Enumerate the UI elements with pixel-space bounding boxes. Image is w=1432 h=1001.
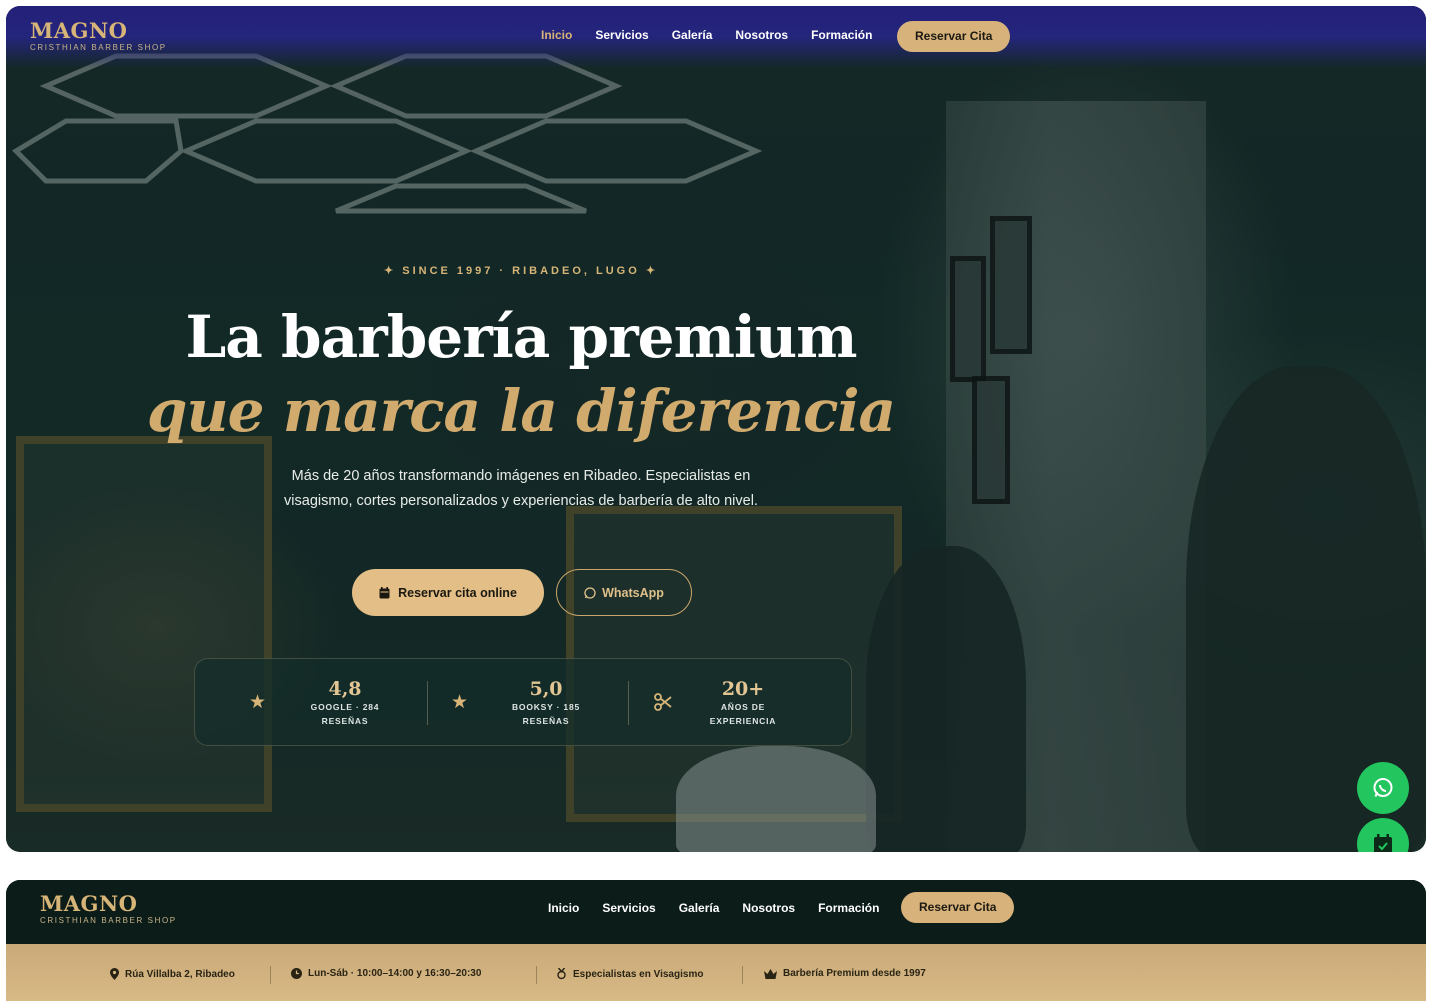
whatsapp-icon (1373, 778, 1393, 797)
whatsapp-label: WhatsApp (602, 585, 664, 600)
nav-links: Inicio Servicios Galería Nosotros Formac… (541, 28, 872, 42)
stat-value: 5,0 (529, 678, 563, 700)
stats-panel: ★ 4,8 GOOGLE · 284 RESEÑAS ★ 5,0 BOOKSY ·… (194, 658, 852, 746)
info-specialty-text: Especialistas en Visagismo (573, 968, 704, 980)
info-divider (742, 966, 743, 984)
nav-item-nosotros[interactable]: Nosotros (735, 28, 788, 42)
nav-links: Inicio Servicios Galería Nosotros Formac… (548, 901, 879, 915)
hero-description: Más de 20 años transformando imágenes en… (284, 468, 758, 509)
nav-item-servicios[interactable]: Servicios (595, 28, 648, 42)
info-hours: Lun-Sáb · 10:00–14:00 y 16:30–20:30 (291, 968, 481, 979)
info-premium: Barbería Premium desde 1997 (764, 968, 926, 979)
reservar-online-label: Reservar cita online (398, 585, 517, 600)
nav-item-nosotros[interactable]: Nosotros (742, 901, 795, 915)
nav-item-formacion[interactable]: Formación (818, 901, 879, 915)
info-address-text: Rúa Villalba 2, Ribadeo (125, 968, 235, 980)
brand-logo[interactable]: MAGNO CRISTHIAN BARBER SHOP (30, 18, 167, 53)
nav-item-inicio[interactable]: Inicio (548, 901, 579, 915)
floating-whatsapp-button[interactable] (1357, 762, 1409, 814)
brand-logo[interactable]: MAGNO CRISTHIAN BARBER SHOP (40, 891, 177, 926)
reservar-online-button[interactable]: Reservar cita online (352, 569, 544, 616)
stat-value: 20+ (721, 678, 765, 700)
hero-eyebrow: ✦ SINCE 1997 · RIBADEO, LUGO ✦ (383, 265, 659, 277)
nav-item-galeria[interactable]: Galería (672, 28, 713, 42)
reservar-cita-button[interactable]: Reservar Cita (901, 892, 1015, 923)
info-divider (536, 966, 537, 984)
sticky-navigation: MAGNO CRISTHIAN BARBER SHOP Inicio Servi… (6, 880, 1426, 944)
stat-booksy: ★ 5,0 BOOKSY · 185 RESEÑAS (427, 659, 627, 745)
nav-item-formacion[interactable]: Formación (811, 28, 872, 42)
star-icon: ★ (451, 692, 469, 713)
nav-item-servicios[interactable]: Servicios (602, 901, 655, 915)
info-hours-text: Lun-Sáb · 10:00–14:00 y 16:30–20:30 (308, 968, 482, 979)
brand-name: MAGNO (30, 18, 128, 43)
info-bar: Rúa Villalba 2, Ribadeo Lun-Sáb · 10:00–… (6, 944, 1426, 1001)
stat-google: ★ 4,8 GOOGLE · 284 RESEÑAS (195, 659, 413, 745)
brand-tagline: CRISTHIAN BARBER SHOP (30, 43, 167, 52)
scissors-icon (654, 693, 672, 711)
top-navigation: MAGNO CRISTHIAN BARBER SHOP Inicio Servi… (6, 6, 1426, 68)
whatsapp-icon (584, 586, 596, 599)
scrolled-screenshot: MAGNO CRISTHIAN BARBER SHOP Inicio Servi… (6, 880, 1426, 1001)
stat-label: GOOGLE · 284 RESEÑAS (310, 702, 380, 726)
clock-icon (291, 968, 302, 979)
hero-title-highlight: que marca la diferencia (146, 377, 896, 445)
brand-name: MAGNO (40, 891, 138, 916)
stat-experience: 20+ AÑOS DE EXPERIENCIA (628, 659, 848, 745)
info-specialty: Especialistas en Visagismo (556, 968, 703, 980)
calendar-check-icon (1374, 834, 1392, 852)
award-icon (557, 968, 566, 980)
brand-tagline: CRISTHIAN BARBER SHOP (40, 916, 177, 925)
nav-item-galeria[interactable]: Galería (679, 901, 720, 915)
stat-value: 4,8 (328, 678, 362, 700)
calendar-icon (379, 586, 390, 598)
map-pin-icon (110, 968, 119, 980)
info-divider (270, 966, 271, 984)
stat-label: BOOKSY · 185 RESEÑAS (511, 702, 581, 726)
hero-title: La barbería premium (185, 303, 857, 371)
whatsapp-button[interactable]: WhatsApp (556, 569, 692, 616)
crown-icon (764, 968, 777, 979)
reservar-cita-button[interactable]: Reservar Cita (897, 21, 1011, 52)
info-address: Rúa Villalba 2, Ribadeo (110, 968, 235, 980)
hero-screenshot: MAGNO CRISTHIAN BARBER SHOP Inicio Servi… (6, 6, 1426, 852)
nav-item-inicio[interactable]: Inicio (541, 28, 572, 42)
star-icon: ★ (249, 692, 267, 713)
info-premium-text: Barbería Premium desde 1997 (783, 968, 926, 979)
stat-label: AÑOS DE EXPERIENCIA (709, 702, 777, 726)
